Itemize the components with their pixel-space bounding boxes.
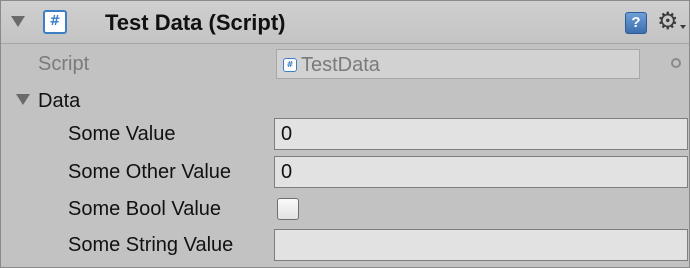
object-picker-icon[interactable] xyxy=(671,58,681,68)
some-other-value-label: Some Other Value xyxy=(68,161,232,183)
csharp-script-icon: # xyxy=(43,10,67,34)
script-label: Script xyxy=(38,53,90,75)
some-value-input[interactable]: 0 xyxy=(274,118,688,150)
some-string-value-input[interactable] xyxy=(274,229,688,261)
csharp-script-small-icon: # xyxy=(283,58,297,72)
component-header[interactable]: # Test Data (Script) ? ⚙ xyxy=(1,1,689,44)
some-value-text: 0 xyxy=(281,123,293,145)
script-reference-value: TestData xyxy=(301,54,380,76)
help-book-icon[interactable]: ? xyxy=(625,12,647,34)
some-value-label: Some Value xyxy=(68,123,176,145)
inspector-component-panel: # Test Data (Script) ? ⚙ Script # TestDa… xyxy=(0,0,690,268)
some-string-value-label: Some String Value xyxy=(68,234,234,256)
some-bool-value-label: Some Bool Value xyxy=(68,198,222,220)
data-foldout-label[interactable]: Data xyxy=(38,89,80,113)
some-other-value-input[interactable]: 0 xyxy=(274,156,688,188)
gear-dropdown-caret-icon[interactable] xyxy=(680,25,686,29)
some-other-value-text: 0 xyxy=(281,161,293,183)
collapse-arrow-icon[interactable] xyxy=(11,16,25,27)
some-bool-value-checkbox[interactable] xyxy=(277,198,299,220)
component-title: Test Data (Script) xyxy=(105,10,286,35)
gear-icon[interactable]: ⚙ xyxy=(657,8,679,34)
data-foldout-arrow-icon[interactable] xyxy=(16,94,30,105)
script-reference-field[interactable]: # TestData xyxy=(276,49,640,79)
